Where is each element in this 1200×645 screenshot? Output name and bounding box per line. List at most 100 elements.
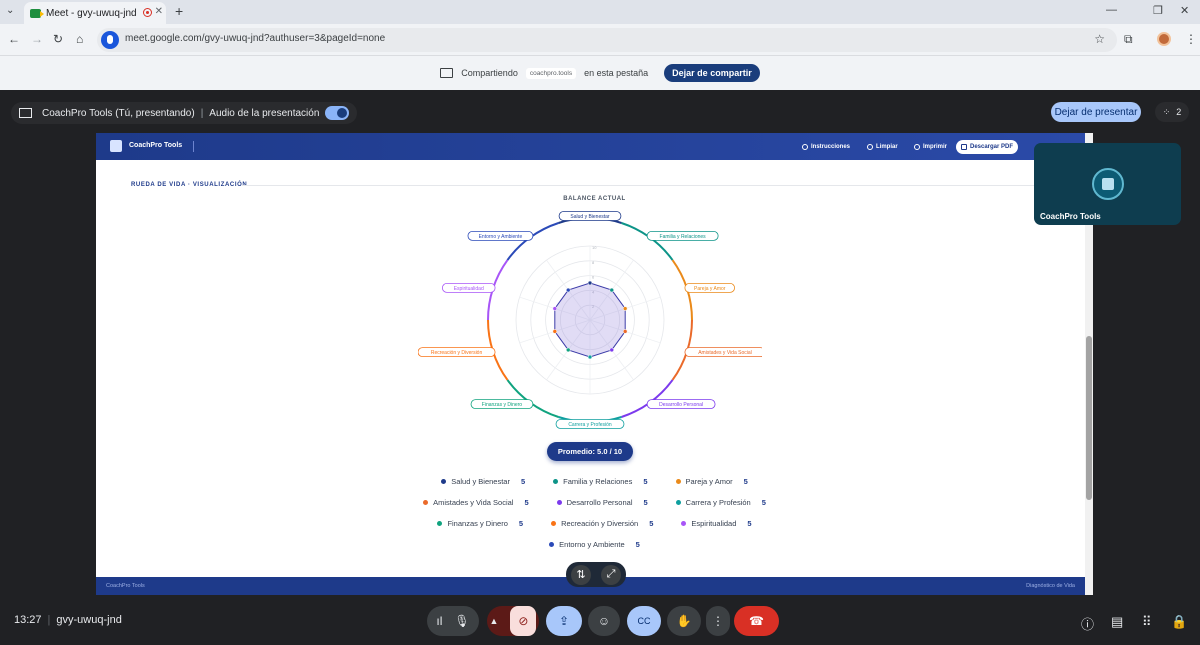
minimize-icon[interactable]: — [1106, 4, 1117, 16]
meeting-details-icon[interactable]: ⓘ [1081, 614, 1094, 633]
site-mic-icon[interactable] [101, 31, 119, 49]
audio-toggle[interactable] [325, 106, 350, 120]
coachpro-logo-icon [110, 140, 122, 152]
legend-label: Desarrollo Personal [566, 498, 633, 507]
microphone-button[interactable]: ıl 🎙 [427, 606, 479, 636]
profile-avatar[interactable] [1157, 32, 1171, 46]
shared-screen: CoachPro Tools Instrucciones Limpiar Imp… [96, 133, 1093, 595]
meet-bottom-bar: 13:27 | gvy-uwuq-jnd ıl 🎙 ▲ ⊘ ⇪ ☺ CC ✋ ⋮ ☎… [0, 596, 1200, 645]
audio-levels-icon: ıl [436, 614, 443, 628]
eraser-icon [867, 144, 873, 150]
self-video-tile[interactable]: CoachPro Tools [1034, 143, 1181, 225]
captions-icon: CC [637, 616, 651, 626]
category-label: Amistades y Vida Social [698, 350, 752, 356]
raise-hand-button[interactable]: ✋ [667, 606, 701, 636]
printer-icon [914, 144, 920, 150]
nav-clear-button[interactable]: Limpiar [862, 140, 903, 154]
value-polygon [554, 282, 626, 358]
legend-value: 5 [520, 477, 526, 486]
address-bar[interactable]: meet.google.com/gvy-uwuq-jnd?authuser=3&… [97, 28, 1117, 52]
presenting-indicator: CoachPro Tools (Tú, presentando) | Audio… [11, 102, 358, 124]
presenter-label: CoachPro Tools (Tú, presentando) [42, 107, 195, 119]
more-options-button[interactable]: ⋮ [706, 606, 730, 636]
legend-swatch [556, 500, 562, 505]
chat-icon[interactable]: ▤ [1111, 614, 1123, 630]
home-icon[interactable]: ⌂ [76, 32, 83, 46]
legend-row: Finanzas y Dinero 5 Recreación y Diversión… [96, 519, 1093, 528]
document-icon [961, 144, 967, 150]
section-title: RUEDA DE VIDA · VISUALIZACIÓN [131, 182, 248, 188]
restore-icon[interactable]: ❐ [1153, 4, 1163, 17]
category-label: Carrera y Profesión [568, 422, 612, 428]
category-label: Pareja y Amor [694, 286, 726, 292]
average-badge: Promedio: 5.0 / 10 [547, 442, 633, 461]
legend-value: 5 [635, 540, 640, 549]
bookmark-star-icon[interactable]: ☆ [1094, 32, 1105, 46]
data-point [552, 306, 558, 311]
legend-swatch [681, 521, 687, 526]
legend-swatch [553, 479, 559, 484]
section-divider [242, 185, 1093, 186]
app-brand: CoachPro Tools [129, 142, 183, 149]
stop-presenting-button[interactable]: Dejar de presentar [1051, 102, 1141, 122]
reactions-button[interactable]: ☺ [588, 606, 620, 636]
meet-header: CoachPro Tools (Tú, presentando) | Audio… [0, 90, 1200, 132]
reload-icon[interactable]: ↻ [53, 32, 63, 46]
legend-row: Entorno y Ambiente 5 [96, 540, 1093, 549]
legend-item: Carrera y Profesión 5 [675, 498, 766, 507]
outer-ring-segment [506, 222, 559, 261]
present-screen-button[interactable]: ⇪ [546, 606, 582, 636]
legend-swatch [441, 479, 447, 484]
legend-item: Amistades y Vida Social 5 [423, 498, 529, 507]
browser-tab-meet[interactable]: Meet - gvy-uwuq-jnd ✕ [24, 2, 166, 24]
meet-favicon-icon [30, 8, 44, 18]
nav-instructions-button[interactable]: Instrucciones [797, 140, 855, 154]
activities-icon[interactable]: ⠿ [1142, 614, 1152, 630]
swap-arrows-icon[interactable]: ⇅ [571, 564, 591, 585]
legend-label: Espiritualidad [691, 519, 737, 528]
sharing-suffix: en esta pestaña [584, 68, 649, 78]
url-text[interactable]: meet.google.com/gvy-uwuq-jnd?authuser=3&… [125, 33, 385, 44]
legend-value: 5 [643, 477, 648, 486]
fullscreen-icon[interactable]: ⤢ [601, 564, 621, 585]
header-divider [193, 141, 194, 152]
legend-value: 5 [524, 498, 529, 507]
browser-toolbar: ← → ↻ ⌂ meet.google.com/gvy-uwuq-jnd?aut… [0, 24, 1200, 56]
menu-kebab-icon[interactable]: ⋮ [1185, 32, 1197, 46]
legend-swatch [549, 542, 555, 547]
data-point [622, 306, 628, 311]
nav-print-button[interactable]: Imprimir [909, 140, 952, 154]
camera-button[interactable]: ▲ ⊘ [487, 606, 539, 636]
data-point [609, 287, 614, 293]
scrollbar-thumb[interactable] [1086, 336, 1092, 500]
hand-icon: ✋ [676, 614, 692, 628]
new-tab-button[interactable]: + [175, 3, 183, 19]
tab-search-icon[interactable]: ⌄ [6, 5, 14, 16]
legend-label: Salud y Bienestar [451, 477, 510, 486]
back-icon[interactable]: ← [8, 32, 20, 46]
legend-item: Entorno y Ambiente 5 [549, 540, 640, 549]
present-screen-icon: ⇪ [558, 614, 570, 628]
legend-row: Amistades y Vida Social 5 Desarrollo Perso… [96, 498, 1093, 507]
participants-button[interactable]: ⁘ 2 [1155, 102, 1189, 122]
people-icon: ⁘ [1162, 106, 1171, 117]
audio-label: Audio de la presentación [209, 107, 320, 119]
extensions-icon[interactable]: ⧉ [1124, 32, 1133, 47]
tab-close-icon[interactable]: ✕ [155, 6, 163, 17]
category-label: Entorno y Ambiente [479, 234, 523, 240]
forward-icon[interactable]: → [31, 32, 43, 46]
sharing-banner: Compartiendo coachpro.tools en esta pest… [0, 56, 1200, 90]
stop-sharing-button[interactable]: Dejar de compartir [664, 64, 760, 82]
category-label: Salud y Bienestar [570, 214, 610, 220]
leave-call-button[interactable]: ☎ [734, 606, 779, 636]
captions-button[interactable]: CC [627, 606, 661, 636]
nav-download-pdf-button[interactable]: Descargar PDF [956, 140, 1019, 154]
shared-site-chip: coachpro.tools [525, 67, 577, 79]
legend-item: Familia y Relaciones 5 [553, 477, 648, 486]
window-close-icon[interactable]: ✕ [1180, 4, 1189, 17]
legend-label: Finanzas y Dinero [447, 519, 508, 528]
data-point [609, 347, 614, 353]
sharing-prefix: Compartiendo [461, 68, 518, 78]
present-icon [19, 108, 32, 118]
host-controls-icon[interactable]: 🔒 [1171, 614, 1187, 630]
